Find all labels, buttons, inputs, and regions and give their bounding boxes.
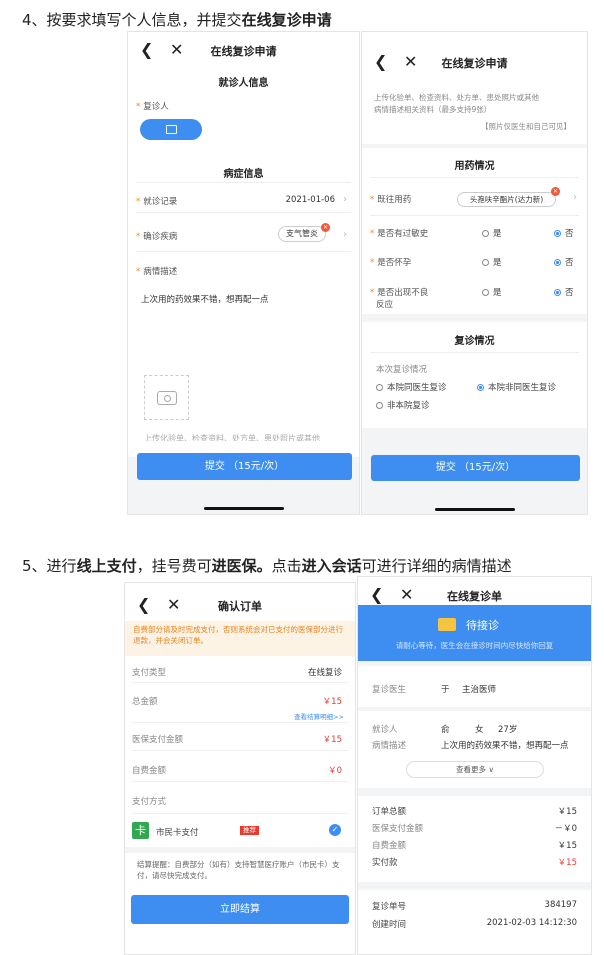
revisit-person-label: * 复诊人 bbox=[136, 102, 169, 112]
self-pay-value: ￥0 bbox=[328, 766, 342, 776]
self-pay-label: 自费金额 bbox=[132, 766, 167, 776]
page-title: 确认订单 bbox=[218, 600, 262, 613]
chevron-right-icon: › bbox=[343, 229, 347, 240]
home-indicator bbox=[204, 507, 284, 510]
pregnant-no-radio[interactable]: 否 bbox=[554, 256, 574, 268]
order-total-value: ￥15 bbox=[557, 807, 577, 817]
patient-sex: 女 bbox=[475, 725, 484, 735]
visit-record-label: * 就诊记录 bbox=[136, 197, 178, 207]
section-revisit-title: 复诊情况 bbox=[454, 336, 495, 347]
upload-hint: 上传化验单、检查资料、处方单、患处照片或其他 bbox=[144, 434, 320, 441]
status-title: 待接诊 bbox=[466, 619, 499, 632]
phone-revisit-order: ❮ ✕ 在线复诊单 待接诊 请耐心等待，医生会在接诊时间内尽快给你回复 复诊医生… bbox=[357, 576, 592, 955]
section-patient-title: 就诊人信息 bbox=[218, 78, 269, 89]
privacy-note: 【照片仅医生和自己可见】 bbox=[481, 122, 571, 131]
status-subtitle: 请耐心等待，医生会在接诊时间内尽快给你回复 bbox=[395, 641, 554, 650]
settlement-tip: 结算提醒：自费部分（如有）支持智慧医疗账户（市民卡）支付，请尽快完成支付。 bbox=[137, 860, 340, 880]
upload-hint-line1: 上传化验单、检查资料、处方单、患处照片或其他 bbox=[374, 93, 539, 102]
envelope-icon bbox=[438, 618, 456, 631]
phone-confirm-order: ❮ ✕ 确认订单 自费部分请及时完成支付，否则系统会对已支付的医保部分进行退款，… bbox=[124, 582, 356, 955]
settlement-detail-link[interactable]: 查看结算明细>> bbox=[294, 711, 344, 721]
chevron-right-icon: › bbox=[343, 194, 347, 205]
selected-check-icon[interactable]: ✓ bbox=[329, 824, 341, 836]
revisit-status-label: 本次复诊情况 bbox=[376, 365, 428, 375]
section-drug-title: 用药情况 bbox=[454, 161, 495, 172]
allergy-yes-radio[interactable]: 是 bbox=[482, 227, 502, 239]
total-value: ￥15 bbox=[322, 697, 342, 707]
description-label: 病情描述 bbox=[372, 741, 407, 751]
view-more-button[interactable]: 查看更多 ∨ bbox=[406, 761, 544, 778]
adverse-label: * 是否出现不良 bbox=[370, 288, 429, 298]
insurance-value: －￥0 bbox=[554, 824, 577, 834]
adverse-yes-radio[interactable]: 是 bbox=[482, 286, 502, 298]
step-4-heading: 4、按要求填写个人信息，并提交在线复诊申请 bbox=[22, 11, 332, 29]
patient-age: 27岁 bbox=[498, 725, 518, 735]
recommend-badge: 推荐 bbox=[240, 826, 259, 835]
pregnant-yes-radio[interactable]: 是 bbox=[482, 256, 502, 268]
used-drug-tag[interactable]: 头孢呋辛酯片(达力新) bbox=[457, 192, 556, 207]
description-label: * 病情描述 bbox=[136, 267, 178, 277]
citizen-card-icon: 卡 bbox=[132, 822, 149, 839]
chevron-down-icon: ∨ bbox=[488, 765, 494, 774]
revisit-other-hospital-radio[interactable]: 非本院复诊 bbox=[376, 399, 430, 411]
page-title: 在线复诊申请 bbox=[441, 57, 508, 70]
doctor-title: 主治医师 bbox=[462, 685, 497, 695]
used-drug-label: * 既往用药 bbox=[370, 195, 412, 205]
phone-apply-form-1: ❮ ✕ 在线复诊申请 就诊人信息 * 复诊人 病症信息 * 就诊记录 2021-01… bbox=[127, 31, 360, 515]
phone-apply-form-2: ❮ ✕ 在线复诊申请 上传化验单、检查资料、处方单、患处照片或其他 病情描述相关… bbox=[361, 31, 588, 515]
upload-photo-button[interactable] bbox=[144, 375, 189, 420]
revisit-other-doctor-radio[interactable]: 本院非同医生复诊 bbox=[477, 381, 556, 393]
self-pay-value: ￥15 bbox=[557, 841, 577, 851]
section-illness-title: 病症信息 bbox=[223, 169, 264, 180]
adverse-no-radio[interactable]: 否 bbox=[554, 286, 574, 298]
total-label: 总金额 bbox=[132, 697, 158, 707]
page-title: 在线复诊申请 bbox=[210, 45, 277, 58]
doctor-name: 于 bbox=[441, 685, 450, 695]
description-text: 上次用的药效果不错，想再配一点 bbox=[441, 741, 569, 751]
patient-label: 就诊人 bbox=[372, 725, 398, 735]
submit-button[interactable]: 提交 （15元/次） bbox=[137, 453, 352, 480]
payment-warning: 自费部分请及时完成支付，否则系统会对已支付的医保部分进行退款，并会关闭订单。 bbox=[125, 621, 355, 656]
remove-icon[interactable]: ✕ bbox=[551, 187, 560, 196]
remove-icon[interactable]: ✕ bbox=[321, 223, 330, 232]
create-time-value: 2021-02-03 14:12:30 bbox=[486, 918, 577, 928]
diagnosis-tag[interactable]: 支气管炎 bbox=[278, 226, 326, 242]
self-pay-label: 自费金额 bbox=[372, 841, 407, 851]
create-time-label: 创建时间 bbox=[372, 920, 407, 930]
revisit-same-doctor-radio[interactable]: 本院同医生复诊 bbox=[376, 381, 447, 393]
allergy-label: * 是否有过敏史 bbox=[370, 229, 429, 239]
adverse-label-2: 反应 bbox=[376, 300, 394, 310]
actual-pay-label: 实付款 bbox=[372, 858, 398, 868]
page-title: 在线复诊单 bbox=[447, 590, 502, 603]
pay-type-value: 在线复诊 bbox=[307, 668, 342, 678]
step-5-heading: 5、进行线上支付，挂号费可进医保。点击进入会话可进行详细的病情描述 bbox=[22, 557, 512, 575]
id-card-icon bbox=[166, 125, 177, 134]
doctor-label: 复诊医生 bbox=[372, 685, 407, 695]
actual-pay-value: ￥15 bbox=[557, 858, 577, 868]
chevron-right-icon: › bbox=[573, 192, 577, 203]
pregnant-label: * 是否怀孕 bbox=[370, 258, 412, 268]
diagnosis-label: * 确诊疾病 bbox=[136, 232, 178, 242]
insurance-value: ￥15 bbox=[322, 735, 342, 745]
description-text[interactable]: 上次用的药效果不错，想再配一点 bbox=[141, 293, 269, 305]
upload-hint-line2: 病情描述相关资料（最多支持9张） bbox=[374, 105, 492, 114]
submit-button[interactable]: 提交 （15元/次） bbox=[371, 455, 580, 481]
home-indicator bbox=[435, 508, 515, 511]
order-no-label: 复诊单号 bbox=[372, 902, 407, 912]
patient-name: 俞 bbox=[441, 725, 450, 735]
pay-now-button[interactable]: 立即结算 bbox=[131, 895, 349, 924]
visit-record-value[interactable]: 2021-01-06 bbox=[286, 195, 335, 205]
status-banner: 待接诊 请耐心等待，医生会在接诊时间内尽快给你回复 bbox=[358, 605, 591, 661]
citizen-card-label[interactable]: 市民卡支付 bbox=[156, 826, 199, 838]
pay-method-label: 支付方式 bbox=[132, 797, 167, 807]
order-no-value: 384197 bbox=[544, 900, 577, 910]
add-patient-button[interactable] bbox=[140, 119, 202, 140]
order-total-label: 订单总额 bbox=[372, 807, 407, 817]
insurance-label: 医保支付金额 bbox=[372, 824, 424, 834]
insurance-label: 医保支付金额 bbox=[132, 735, 184, 745]
allergy-no-radio[interactable]: 否 bbox=[554, 227, 574, 239]
pay-type-label: 支付类型 bbox=[132, 668, 167, 678]
